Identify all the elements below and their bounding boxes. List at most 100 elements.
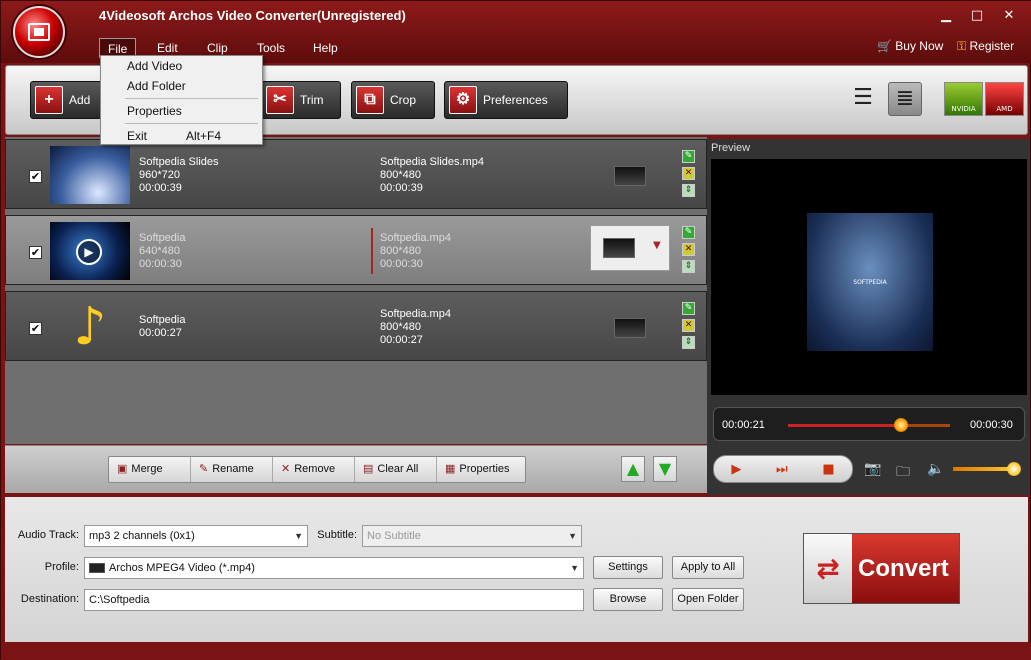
output-name[interactable]: Softpedia Slides.mp4 xyxy=(380,156,484,169)
list-buttons: ▣ Merge ✎ Rename ✕ Remove ▤ Clear All ▦ Prope… xyxy=(108,456,526,483)
menu-properties[interactable]: Properties xyxy=(127,104,182,118)
apply-to-all-button[interactable]: Apply to All xyxy=(672,556,744,579)
chevron-down-icon: ▼ xyxy=(653,240,661,251)
list-action-bar: ▣ Merge ✎ Rename ✕ Remove ▤ Clear All ▦ Prope… xyxy=(5,445,707,493)
menu-exit[interactable]: Exit xyxy=(127,129,147,143)
source-resolution: 960*720 xyxy=(139,169,180,181)
output-resolution: 800*480 xyxy=(380,169,421,181)
minimize-icon[interactable]: ▁ xyxy=(936,7,956,25)
trim-button[interactable]: ✂ Trim xyxy=(261,81,341,119)
source-name: Softpedia xyxy=(139,314,186,326)
file-row[interactable]: ✔ ▶ Softpedia 640*480 00:00:30 Softpedia… xyxy=(5,215,707,285)
file-list: ✔ Softpedia Slides 960*720 00:00:39 Soft… xyxy=(5,137,707,444)
list-view-icon[interactable]: ☰ xyxy=(846,82,880,116)
output-info: Softpedia.mp4 800*480 00:00:30 xyxy=(380,232,451,271)
nvidia-icon: NVIDIA xyxy=(944,82,983,116)
file-checkbox[interactable]: ✔ xyxy=(29,170,42,183)
row-actions: ✎ ✕ ⇕ xyxy=(682,302,696,353)
close-icon[interactable]: ✕ xyxy=(999,7,1019,25)
subtitle-select[interactable]: No Subtitle ▼ xyxy=(362,525,582,547)
file-checkbox[interactable]: ✔ xyxy=(29,322,42,335)
seek-handle[interactable] xyxy=(894,418,909,432)
format-icon[interactable] xyxy=(614,318,646,338)
remove-icon[interactable]: ✕ xyxy=(682,319,695,332)
edit-icon[interactable]: ✎ xyxy=(682,302,695,315)
pencil-icon: ✎ xyxy=(199,463,209,475)
play-icon[interactable]: ▶ xyxy=(731,462,741,477)
file-row[interactable]: ✔ Softpedia Slides 960*720 00:00:39 Soft… xyxy=(5,139,707,209)
open-folder-button[interactable]: Open Folder xyxy=(672,588,744,611)
volume-handle[interactable] xyxy=(1006,462,1021,476)
clear-icon: ▤ xyxy=(363,463,374,475)
file-row[interactable]: ✔ ♪ Softpedia 00:00:27 Softpedia.mp4 800… xyxy=(5,291,707,361)
stop-icon[interactable]: ■ xyxy=(822,462,834,477)
convert-button[interactable]: ⇄ Convert xyxy=(803,533,960,604)
menu-add-folder[interactable]: Add Folder xyxy=(127,79,186,93)
move-up-icon[interactable]: ▲ xyxy=(621,456,645,482)
crop-button[interactable]: ⧉ Crop xyxy=(351,81,435,119)
expand-icon[interactable]: ⇕ xyxy=(682,260,695,273)
properties-button[interactable]: ▦ Properties xyxy=(437,457,525,482)
settings-panel: Audio Track: mp3 2 channels (0x1) ▼ Subti… xyxy=(5,497,1028,642)
expand-icon[interactable]: ⇕ xyxy=(682,184,695,197)
output-name[interactable]: Softpedia.mp4 xyxy=(380,308,451,321)
profile-value: Archos MPEG4 Video (*.mp4) xyxy=(109,562,255,574)
snapshot-icon[interactable]: 📷 xyxy=(864,461,881,477)
source-duration: 00:00:30 xyxy=(139,258,182,270)
folder-icon[interactable]: 🗀 xyxy=(896,461,910,485)
audio-track-label: Audio Track: xyxy=(17,529,79,541)
clear-all-button[interactable]: ▤ Clear All xyxy=(355,457,437,482)
add-label: Add xyxy=(69,93,91,107)
video-thumbnail: ▶ xyxy=(50,222,130,280)
remove-icon[interactable]: ✕ xyxy=(682,243,695,256)
clear-all-label: Clear All xyxy=(377,463,419,475)
register-link[interactable]: ⚿ Register xyxy=(957,39,1014,54)
buy-now-link[interactable]: 🛒 Buy Now xyxy=(877,39,943,53)
subtitle-value: No Subtitle xyxy=(367,530,421,542)
seek-progress xyxy=(788,424,902,427)
menu-add-video[interactable]: Add Video xyxy=(127,59,182,73)
preferences-label: Preferences xyxy=(483,93,548,107)
profile-label: Profile: xyxy=(44,561,79,573)
edit-icon[interactable]: ✎ xyxy=(682,226,695,239)
remove-icon[interactable]: ✕ xyxy=(682,167,695,180)
preview-frame: SOFTPEDIA xyxy=(807,213,933,351)
edit-icon[interactable]: ✎ xyxy=(682,150,695,163)
maximize-icon[interactable]: □ xyxy=(967,7,987,25)
menu-exit-shortcut: Alt+F4 xyxy=(186,129,222,143)
settings-button[interactable]: Settings xyxy=(593,556,663,579)
volume-icon[interactable]: 🔈 xyxy=(927,461,944,477)
audio-track-select[interactable]: mp3 2 channels (0x1) ▼ xyxy=(84,525,308,547)
seek-bar[interactable] xyxy=(788,424,950,427)
expand-icon[interactable]: ⇕ xyxy=(682,336,695,349)
move-down-icon[interactable]: ▼ xyxy=(653,456,677,482)
detail-view-icon[interactable]: ≣ xyxy=(888,82,922,116)
output-resolution: 800*480 xyxy=(380,321,421,333)
rename-button[interactable]: ✎ Rename xyxy=(191,457,273,482)
key-icon: ⚿ xyxy=(957,39,967,53)
source-name: Softpedia Slides xyxy=(139,156,219,168)
convert-icon: ⇄ xyxy=(804,534,852,603)
merge-icon: ▣ xyxy=(117,463,128,475)
add-button[interactable]: + Add xyxy=(30,81,102,119)
gear-icon: ⚙ xyxy=(449,86,477,114)
format-select[interactable]: ▼ xyxy=(590,225,670,271)
file-checkbox[interactable]: ✔ xyxy=(29,246,42,259)
timeline: 00:00:21 00:00:30 xyxy=(713,407,1025,441)
current-time: 00:00:21 xyxy=(722,419,765,431)
destination-input[interactable]: C:\Softpedia xyxy=(84,589,584,611)
profile-select[interactable]: Archos MPEG4 Video (*.mp4) ▼ xyxy=(84,557,584,579)
preview-label: Preview xyxy=(711,142,751,154)
browse-button[interactable]: Browse xyxy=(593,588,663,611)
step-forward-icon[interactable]: ⏭ xyxy=(776,462,788,477)
output-name[interactable]: Softpedia.mp4 xyxy=(380,232,451,245)
play-icon[interactable]: ▶ xyxy=(76,239,102,265)
format-icon[interactable] xyxy=(614,166,646,186)
remove-label: Remove xyxy=(294,463,336,475)
source-info: Softpedia 00:00:27 xyxy=(139,314,185,340)
preferences-button[interactable]: ⚙ Preferences xyxy=(444,81,568,119)
menu-help[interactable]: Help xyxy=(305,38,346,58)
playback-buttons: ▶ ⏭ ■ xyxy=(713,455,853,483)
remove-button[interactable]: ✕ Remove xyxy=(273,457,355,482)
merge-button[interactable]: ▣ Merge xyxy=(109,457,191,482)
